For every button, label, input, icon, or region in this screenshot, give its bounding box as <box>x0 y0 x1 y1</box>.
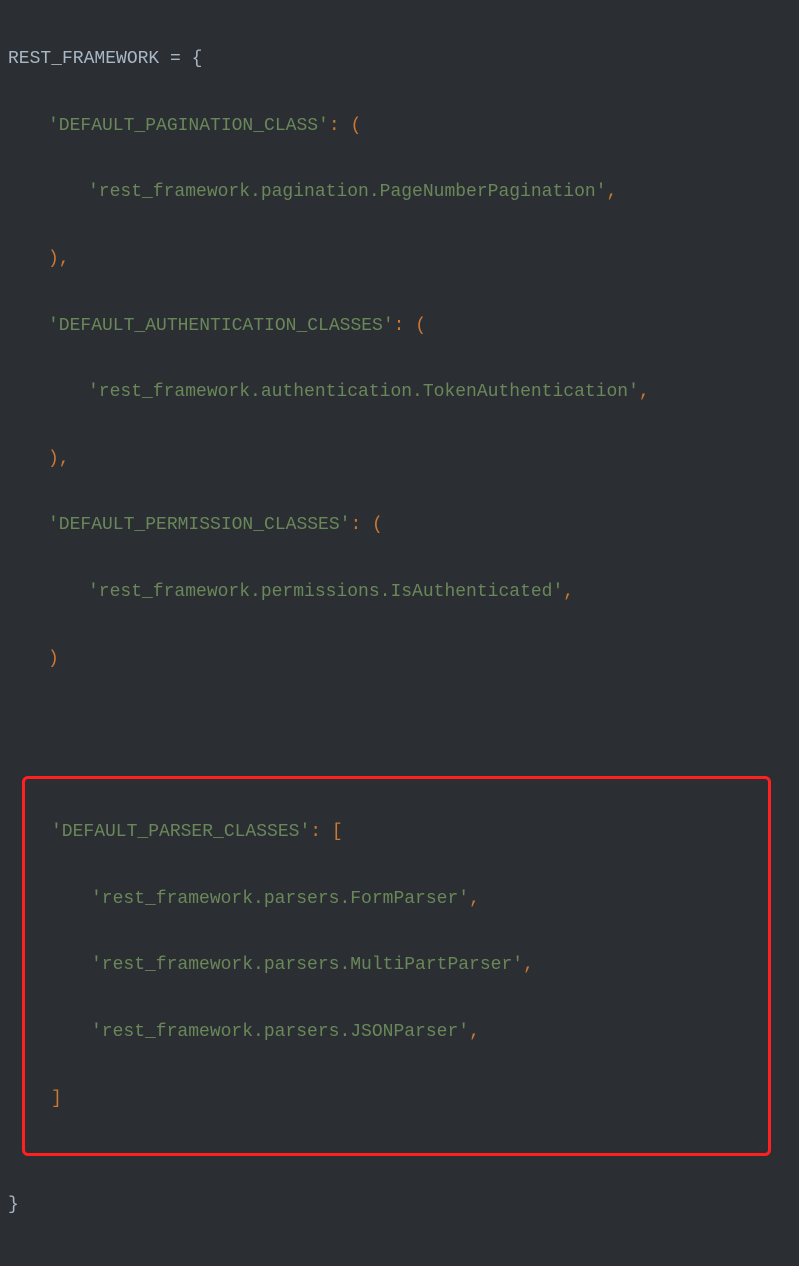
comma: , <box>563 582 574 602</box>
blank-line <box>8 709 791 742</box>
string-value: 'rest_framework.parsers.MultiPartParser' <box>91 955 523 975</box>
dict-key: 'DEFAULT_PAGINATION_CLASS' <box>48 116 329 136</box>
code-line: 'rest_framework.pagination.PageNumberPag… <box>8 176 791 209</box>
code-line: 'rest_framework.permissions.IsAuthentica… <box>8 576 791 609</box>
code-line: REST_FRAMEWORK = { <box>8 43 791 76</box>
string-value: 'rest_framework.parsers.FormParser' <box>91 889 469 909</box>
code-line: 'DEFAULT_PAGINATION_CLASS': ( <box>8 110 791 143</box>
close-paren-comma: ), <box>48 249 70 269</box>
code-line: ), <box>8 243 791 276</box>
dict-key: 'DEFAULT_PARSER_CLASSES' <box>51 822 310 842</box>
highlighted-section: 'DEFAULT_PARSER_CLASSES': [ 'rest_framew… <box>22 776 771 1156</box>
comma: , <box>606 182 617 202</box>
code-line: ), <box>8 443 791 476</box>
variable-name: REST_FRAMEWORK <box>8 49 159 69</box>
code-line: ) <box>8 643 791 676</box>
close-brace: } <box>8 1195 19 1215</box>
dict-key: 'DEFAULT_PERMISSION_CLASSES' <box>48 515 350 535</box>
code-line: 'rest_framework.parsers.MultiPartParser'… <box>31 949 762 982</box>
colon-paren: : ( <box>329 116 361 136</box>
equals-operator: = <box>159 49 191 69</box>
open-brace: { <box>192 49 203 69</box>
code-line: 'DEFAULT_PARSER_CLASSES': [ <box>31 816 762 849</box>
string-value: 'rest_framework.pagination.PageNumberPag… <box>88 182 606 202</box>
code-line: 'DEFAULT_AUTHENTICATION_CLASSES': ( <box>8 310 791 343</box>
code-line: 'rest_framework.parsers.JSONParser', <box>31 1016 762 1049</box>
code-line: ] <box>31 1083 762 1116</box>
close-paren: ) <box>48 649 59 669</box>
code-line: 'DEFAULT_PERMISSION_CLASSES': ( <box>8 509 791 542</box>
colon-bracket: : [ <box>310 822 342 842</box>
close-bracket: ] <box>51 1089 62 1109</box>
colon-paren: : ( <box>394 316 426 336</box>
comma: , <box>469 1022 480 1042</box>
comma: , <box>469 889 480 909</box>
string-value: 'rest_framework.parsers.JSONParser' <box>91 1022 469 1042</box>
code-line: 'rest_framework.authentication.TokenAuth… <box>8 376 791 409</box>
dict-key: 'DEFAULT_AUTHENTICATION_CLASSES' <box>48 316 394 336</box>
comma: , <box>639 382 650 402</box>
code-line: 'rest_framework.parsers.FormParser', <box>31 883 762 916</box>
colon-paren: : ( <box>350 515 382 535</box>
string-value: 'rest_framework.authentication.TokenAuth… <box>88 382 639 402</box>
comma: , <box>523 955 534 975</box>
close-paren-comma: ), <box>48 449 70 469</box>
code-line: } <box>8 1189 791 1222</box>
code-snippet: REST_FRAMEWORK = { 'DEFAULT_PAGINATION_C… <box>8 10 791 1256</box>
string-value: 'rest_framework.permissions.IsAuthentica… <box>88 582 563 602</box>
